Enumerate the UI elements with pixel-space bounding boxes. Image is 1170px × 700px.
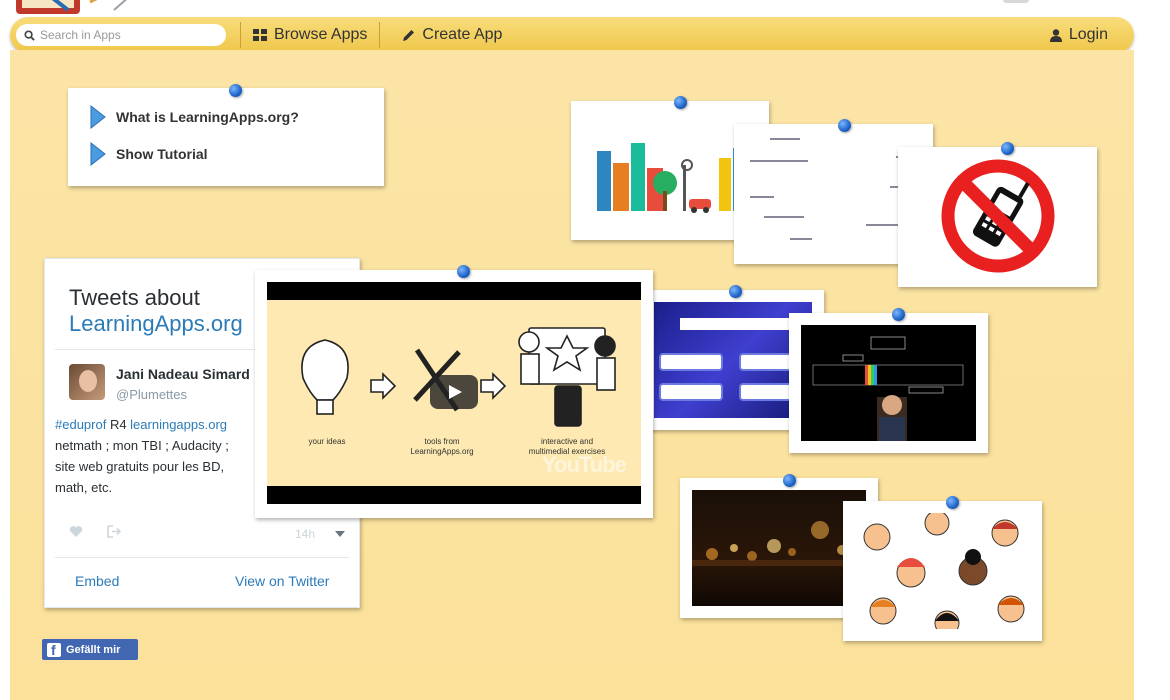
tweet-text-segment: R4 xyxy=(106,417,131,432)
show-tutorial-link[interactable]: Show Tutorial xyxy=(90,142,208,166)
tweets-header-text: Tweets about xyxy=(69,285,200,310)
pencil-icon xyxy=(402,29,415,42)
embed-link[interactable]: Embed xyxy=(75,573,119,589)
pushpin xyxy=(229,84,242,97)
play-triangle-icon xyxy=(90,142,106,166)
divider xyxy=(55,557,349,558)
search-input[interactable] xyxy=(40,28,210,42)
show-tutorial-label: Show Tutorial xyxy=(116,146,208,162)
pushpin xyxy=(946,496,959,509)
video-caption-tools-line2: LearningApps.org xyxy=(410,447,474,456)
matching-preview xyxy=(746,136,921,252)
create-app-label: Create App xyxy=(422,26,503,43)
login-label: Login xyxy=(1068,26,1108,43)
play-triangle-icon xyxy=(90,105,106,129)
tweets-header-link[interactable]: LearningApps.org xyxy=(69,311,243,337)
app-card-spectrum[interactable] xyxy=(789,313,988,453)
city-illustration xyxy=(583,113,757,228)
spectrum-video-preview xyxy=(801,325,976,441)
intro-video-card: your ideas tools from LearningApps.org in… xyxy=(255,270,653,518)
no-phone-sign xyxy=(910,159,1085,275)
user-icon xyxy=(1049,28,1062,42)
grid-icon xyxy=(253,29,267,41)
intro-card: What is LearningApps.org? Show Tutorial xyxy=(68,88,384,186)
pushpin xyxy=(729,285,742,298)
avatar[interactable] xyxy=(69,364,105,400)
youtube-video-player[interactable]: your ideas tools from LearningApps.org in… xyxy=(267,282,641,504)
search-box[interactable] xyxy=(16,24,226,46)
app-card-no-phone[interactable] xyxy=(898,147,1097,287)
pushpin xyxy=(1001,142,1014,155)
what-is-link[interactable]: What is LearningApps.org? xyxy=(90,105,299,129)
pushpin xyxy=(838,119,851,132)
tweet-author-name[interactable]: Jani Nadeau Simard xyxy=(116,366,250,382)
night-city-photo xyxy=(692,490,866,606)
video-caption-interactive-line1: interactive and xyxy=(540,437,594,446)
what-is-label: What is LearningApps.org? xyxy=(116,109,299,125)
pushpin xyxy=(457,265,470,278)
main-navbar: Browse Apps Create App Login xyxy=(10,17,1134,53)
tweets-header: Tweets about LearningApps.org xyxy=(69,285,243,337)
pushpin xyxy=(892,308,905,321)
tweet-hashtag[interactable]: #eduprof xyxy=(55,417,106,432)
facebook-like-label: Gefällt mir xyxy=(66,643,121,656)
learningapps-logo[interactable] xyxy=(10,0,140,16)
heart-icon[interactable] xyxy=(69,525,83,543)
share-icon[interactable] xyxy=(107,525,122,543)
pushpin xyxy=(674,96,687,109)
tweet-date[interactable]: 14h xyxy=(295,527,315,541)
video-caption-tools-line1: tools from xyxy=(424,437,460,446)
view-on-twitter-link[interactable]: View on Twitter xyxy=(235,573,329,589)
pushpin xyxy=(783,474,796,487)
tweet-author-handle[interactable]: @Plumettes xyxy=(116,387,187,402)
login-link[interactable]: Login xyxy=(1038,26,1134,44)
youtube-logo[interactable]: YouTube xyxy=(542,452,627,478)
tweet-link[interactable]: learningapps.org xyxy=(130,417,227,432)
tweet-actions xyxy=(69,525,122,543)
kids-faces-illustration xyxy=(855,513,1030,629)
chevron-down-icon[interactable] xyxy=(335,531,345,537)
facebook-like-button[interactable]: Gefällt mir xyxy=(42,639,138,660)
search-icon xyxy=(24,29,35,41)
play-button[interactable] xyxy=(430,375,478,409)
browse-apps-label: Browse Apps xyxy=(274,26,368,43)
video-caption-ideas: your ideas xyxy=(308,437,346,446)
browse-apps-link[interactable]: Browse Apps xyxy=(241,26,379,44)
facebook-icon xyxy=(47,642,61,658)
video-caption-tools: tools from LearningApps.org xyxy=(397,437,487,457)
app-card-kids[interactable] xyxy=(843,501,1042,641)
top-right-button[interactable] xyxy=(1003,0,1029,3)
create-app-link[interactable]: Create App xyxy=(380,26,514,44)
